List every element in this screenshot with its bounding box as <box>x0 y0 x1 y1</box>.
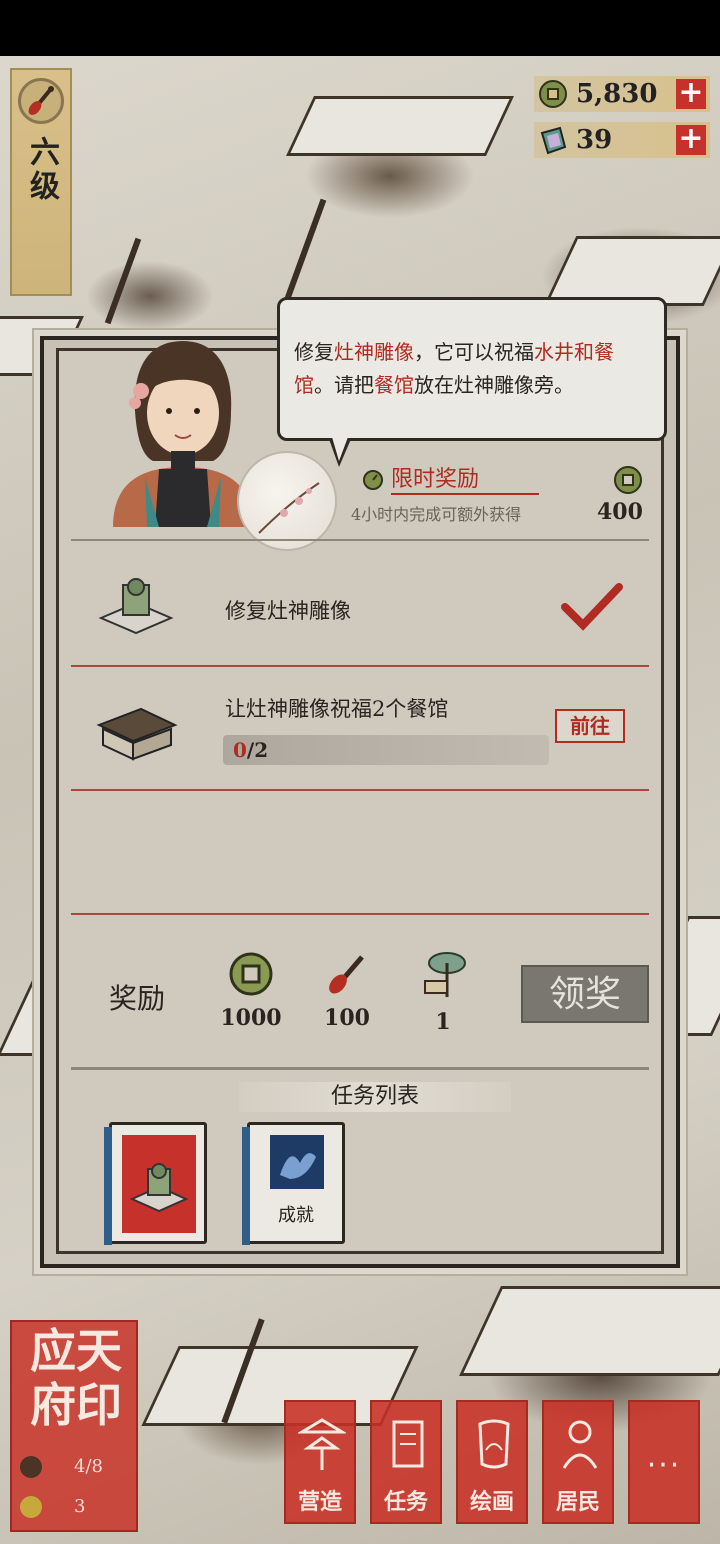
nav-label: 绘画 <box>469 1489 514 1515</box>
reward-value: 1 <box>435 1009 451 1035</box>
nav-residents-button[interactable]: 居民 <box>542 1400 614 1524</box>
rewards-section: 奖励 1000 100 1 领奖 <box>71 921 649 1061</box>
city-name: 应天府印 <box>30 1324 122 1432</box>
add-coins-button[interactable]: + <box>676 78 706 109</box>
status-bar <box>0 0 720 56</box>
reward-value: 100 <box>324 1005 370 1031</box>
restaurant-building-icon <box>96 707 178 761</box>
building-roof <box>543 236 720 306</box>
scroll-icon <box>392 1420 424 1468</box>
statue-cover-icon <box>122 1135 196 1233</box>
resident-icon <box>20 1456 42 1478</box>
timed-reward-amount: 400 <box>597 499 643 525</box>
pagoda-icon <box>298 1418 346 1470</box>
task-row[interactable]: 让灶神雕像祝福2个餐馆 0/2 前往 <box>71 669 649 789</box>
reward-item: 1 <box>403 951 483 1035</box>
dialog-highlight: 餐馆 <box>374 373 414 397</box>
claim-reward-button[interactable]: 领奖 <box>521 965 649 1023</box>
add-gems-button[interactable]: + <box>676 124 706 155</box>
nav-label: 任务 <box>383 1489 428 1515</box>
task-panel: 修复灶神雕像，它可以祝福水井和餐馆。请把餐馆放在灶神雕像旁。 限时奖励 4小时内… <box>40 297 680 1268</box>
achievement-cover-icon <box>270 1135 324 1189</box>
coin-icon <box>20 1496 42 1518</box>
hand-fan <box>237 451 337 551</box>
coin-icon <box>229 952 273 996</box>
population-stat: 4/8 <box>20 1454 132 1482</box>
city-seal-button[interactable]: 应天府印 4/8 3 <box>10 1320 138 1532</box>
coin-icon <box>536 77 570 111</box>
coin-stat: 3 <box>20 1494 132 1522</box>
timed-reward-title: 限时奖励 <box>391 461 540 495</box>
goto-button[interactable]: 前往 <box>555 709 625 743</box>
nav-label: 营造 <box>297 1489 342 1515</box>
divider <box>71 789 649 791</box>
statue-building-icon <box>98 578 174 635</box>
achievement-book[interactable]: 成就 <box>242 1122 345 1245</box>
dialog-text: 。请把 <box>314 373 374 397</box>
brush-icon <box>329 955 364 994</box>
rewards-label: 奖励 <box>109 982 166 1015</box>
building-roof <box>286 96 514 156</box>
main-quest-book[interactable] <box>104 1122 207 1245</box>
coin-value: 5,830 <box>576 79 658 109</box>
painting-icon <box>478 1419 510 1469</box>
task-label: 让灶神雕像祝福2个餐馆 <box>225 697 449 721</box>
book-label: 成就 <box>278 1205 314 1226</box>
reward-item: 100 <box>307 951 387 1031</box>
dialog-highlight: 灶神雕像 <box>334 340 414 364</box>
dialog-text: ，它可以祝福 <box>414 340 534 364</box>
task-row[interactable]: 修复灶神雕像 <box>71 551 649 661</box>
coin-stat-value: 3 <box>74 1496 86 1517</box>
tree <box>104 237 142 325</box>
building-roof <box>459 1286 720 1376</box>
reward-value: 1000 <box>220 1005 282 1031</box>
timer-icon <box>363 470 383 490</box>
task-panel-inner: 修复灶神雕像，它可以祝福水井和餐馆。请把餐馆放在灶神雕像旁。 限时奖励 4小时内… <box>56 297 667 1257</box>
nav-tasks-button[interactable]: 任务 <box>370 1400 442 1524</box>
coin-counter: 5,830 + <box>534 76 710 112</box>
book-spine <box>242 1127 250 1245</box>
dialog-text: 放在灶神雕像旁。 <box>414 373 574 397</box>
nav-build-button[interactable]: 营造 <box>284 1400 356 1524</box>
timed-reward-subtitle: 4小时内完成可额外获得 <box>351 505 522 524</box>
gem-value: 39 <box>576 125 613 155</box>
brush-icon <box>18 78 64 124</box>
book-spine <box>104 1127 112 1245</box>
population-value: 4/8 <box>74 1456 103 1477</box>
task-list-title: 任务列表 <box>239 1082 511 1112</box>
resident-icon <box>562 1420 598 1469</box>
level-label: 六级 <box>24 136 59 204</box>
divider <box>71 539 649 541</box>
npc-dialog: 修复灶神雕像，它可以祝福水井和餐馆。请把餐馆放在灶神雕像旁。 <box>277 297 667 441</box>
reward-item: 1000 <box>211 951 291 1031</box>
nav-label: 居民 <box>555 1489 600 1515</box>
nav-paint-button[interactable]: 绘画 <box>456 1400 528 1524</box>
gem-counter: 39 + <box>534 122 710 158</box>
more-dots-icon: ··· <box>646 1448 682 1483</box>
divider <box>71 913 649 915</box>
progress-current: 0 <box>233 738 247 762</box>
speech-tail-inner <box>332 437 348 461</box>
umbrella-stall-icon <box>424 952 466 997</box>
jade-gem-icon <box>536 123 570 157</box>
dialog-text: 修复 <box>294 340 334 364</box>
task-label: 修复灶神雕像 <box>225 599 351 623</box>
timed-reward: 限时奖励 4小时内完成可额外获得 400 <box>351 461 651 531</box>
checkmark-icon <box>561 583 623 631</box>
nav-more-button[interactable]: ··· <box>628 1400 700 1524</box>
coin-icon <box>614 466 642 494</box>
task-progress-bar: 0/2 <box>223 735 549 765</box>
progress-total: /2 <box>246 738 269 762</box>
divider <box>71 665 649 667</box>
task-list-section: 任务列表 成就 <box>71 1067 649 1257</box>
level-badge[interactable]: 六级 <box>10 68 72 296</box>
